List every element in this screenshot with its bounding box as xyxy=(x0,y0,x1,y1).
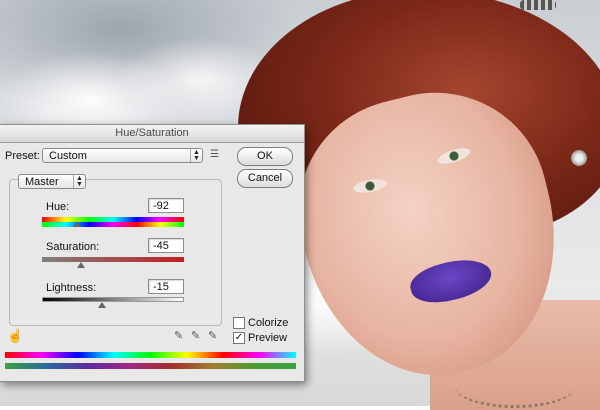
saturation-input[interactable]: -45 xyxy=(148,238,184,253)
select-arrows-icon: ▲ ▼ xyxy=(73,175,85,188)
earring xyxy=(571,150,587,166)
colorize-label: Colorize xyxy=(248,317,289,329)
hue-label: Hue: xyxy=(46,201,70,213)
adjustment-group xyxy=(9,179,222,326)
output-color-bar xyxy=(5,363,296,369)
lightness-slider-track[interactable] xyxy=(42,297,184,302)
saturation-slider-track[interactable] xyxy=(42,257,184,262)
saturation-label: Saturation: xyxy=(46,241,100,253)
hue-result-track xyxy=(42,222,184,227)
preset-value: Custom xyxy=(49,150,87,162)
lightness-label: Lightness: xyxy=(46,282,97,294)
channel-value: Master xyxy=(25,176,59,188)
dialog-title[interactable]: Hue/Saturation xyxy=(0,125,304,143)
preview-checkbox[interactable]: ✓ xyxy=(233,332,245,344)
ok-button[interactable]: OK xyxy=(237,147,293,166)
hue-saturation-dialog: Hue/Saturation Preset: Custom ▲ ▼ ☰ OK Ca… xyxy=(0,124,305,382)
channel-select[interactable]: Master ▲ ▼ xyxy=(18,174,86,189)
lightness-slider-thumb[interactable] xyxy=(98,302,107,308)
checkmark-icon: ✓ xyxy=(234,332,244,343)
lightness-input[interactable]: -15 xyxy=(148,279,184,294)
preset-select[interactable]: Custom ▲ ▼ xyxy=(42,148,203,163)
hue-slider-thumb[interactable] xyxy=(72,221,81,227)
eyedropper-icon[interactable]: ✎ xyxy=(174,329,183,342)
hair-clip xyxy=(520,0,556,10)
colorize-checkbox[interactable] xyxy=(233,317,245,329)
preview-label: Preview xyxy=(248,332,288,344)
hue-input[interactable]: -92 xyxy=(148,198,184,213)
preset-options-icon[interactable]: ☰ xyxy=(210,149,219,160)
cancel-button[interactable]: Cancel xyxy=(237,169,293,188)
eyedropper-subtract-icon[interactable]: ✎ xyxy=(208,329,217,342)
targeted-adjustment-hand-icon[interactable]: ☝ xyxy=(7,328,23,344)
saturation-slider-thumb[interactable] xyxy=(77,262,86,268)
preset-label: Preset: xyxy=(5,150,40,162)
select-arrows-icon: ▲ ▼ xyxy=(190,149,202,162)
input-color-bar xyxy=(5,352,296,358)
necklace xyxy=(455,365,575,408)
eyedropper-add-icon[interactable]: ✎ xyxy=(191,329,200,342)
